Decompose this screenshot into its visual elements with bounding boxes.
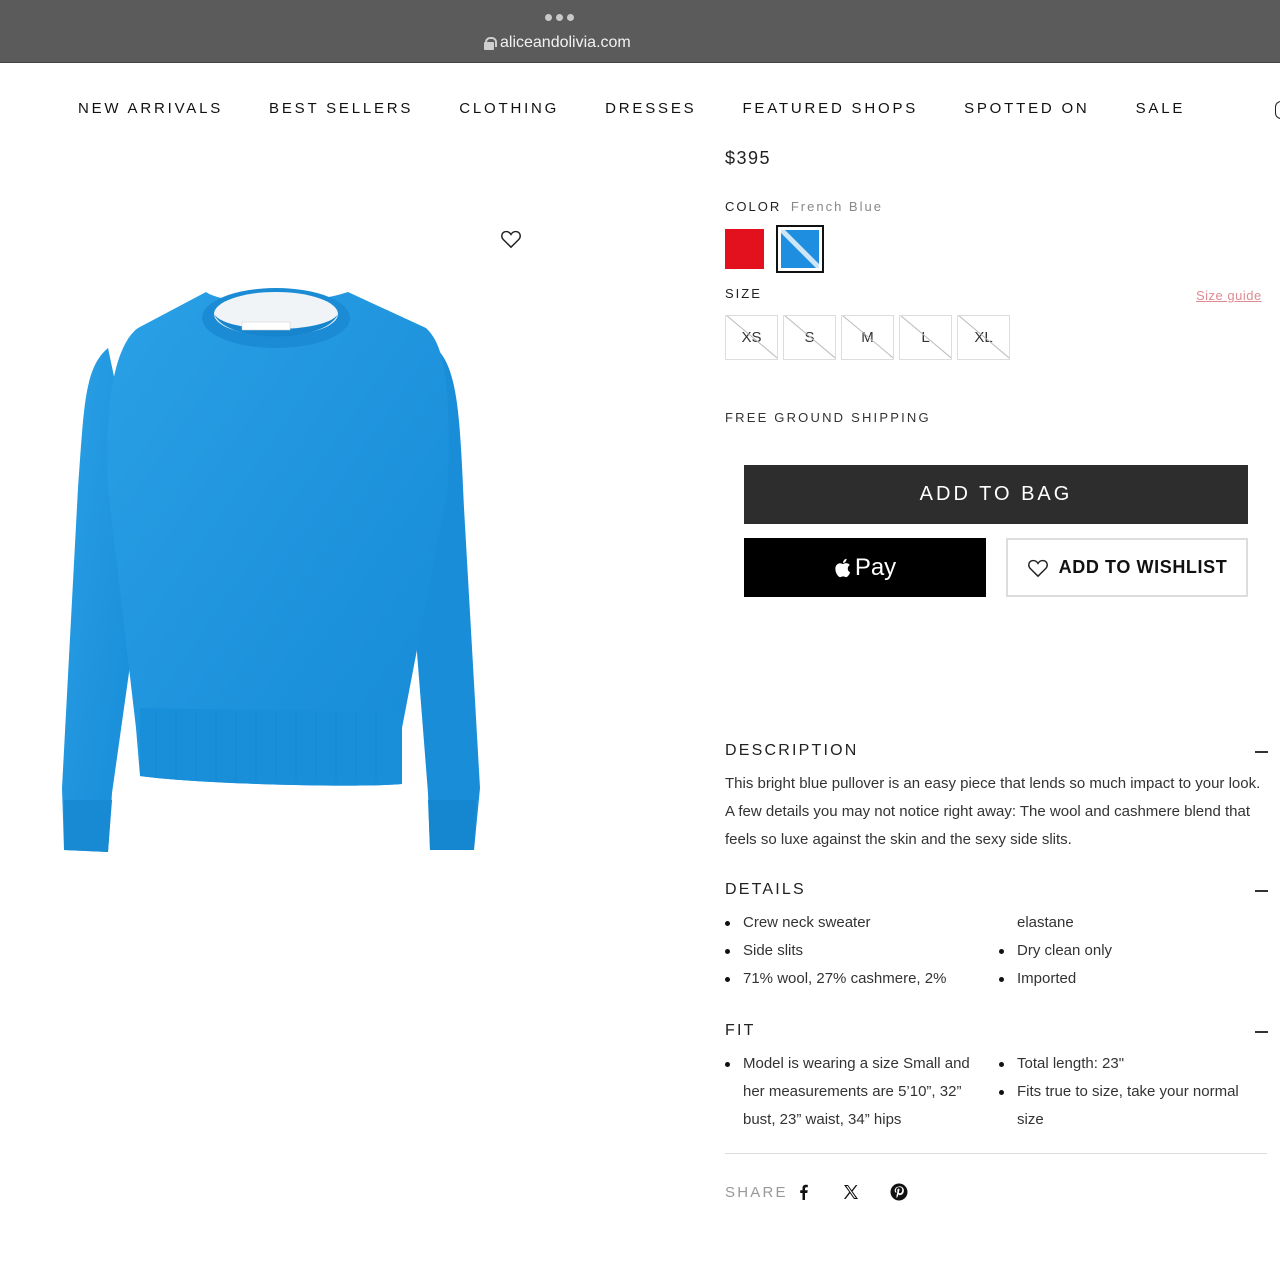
size-option-xl[interactable]: XL (957, 315, 1010, 360)
shipping-note: FREE GROUND SHIPPING (725, 410, 931, 425)
fit-heading[interactable]: FIT (725, 1022, 756, 1040)
product-price: $395 (725, 148, 772, 168)
product-image (62, 288, 480, 852)
pinterest-icon[interactable] (890, 1183, 908, 1201)
description-text: This bright blue pullover is an easy pie… (725, 775, 1261, 848)
list-item: 71% wool, 27% cashmere, 2% (725, 965, 985, 993)
heart-icon (1027, 559, 1048, 577)
add-to-wishlist-label: ADD TO WISHLIST (1058, 557, 1228, 577)
facebook-icon[interactable] (795, 1183, 813, 1201)
color-label: COLOR (725, 199, 782, 214)
list-item: Fits true to size, take your normal size (999, 1078, 1261, 1134)
nav-item-spotted-on[interactable]: SPOTTED ON (964, 100, 1090, 117)
main-nav: NEW ARRIVALS BEST SELLERS CLOTHING DRESS… (78, 100, 1231, 117)
size-option-l[interactable]: L (899, 315, 952, 360)
apple-pay-button[interactable]: Pay (744, 538, 986, 597)
heart-icon[interactable] (500, 229, 522, 249)
nav-item-featured-shops[interactable]: FEATURED SHOPS (742, 100, 918, 117)
collapse-description-icon[interactable] (1255, 751, 1268, 753)
collapse-details-icon[interactable] (1255, 890, 1268, 892)
list-item: Side slits (725, 937, 985, 965)
tab-overview-dots-icon[interactable] (545, 14, 574, 21)
color-row: COLOR French Blue (725, 199, 883, 214)
size-guide-link[interactable]: Size guide (1196, 288, 1262, 303)
browser-bar: aliceandolivia.com (0, 0, 1280, 63)
list-item: Crew neck sweater (725, 909, 985, 937)
nav-item-best-sellers[interactable]: BEST SELLERS (269, 100, 413, 117)
size-option-s[interactable]: S (783, 315, 836, 360)
list-item: Total length: 23" (999, 1050, 1261, 1078)
share-label: SHARE (725, 1184, 788, 1201)
lock-icon (484, 36, 497, 50)
size-option-m[interactable]: M (841, 315, 894, 360)
search-icon[interactable] (1275, 101, 1280, 119)
color-value: French Blue (790, 199, 883, 214)
size-option-xs[interactable]: XS (725, 315, 778, 360)
swatch-red[interactable] (725, 229, 764, 269)
list-item: Imported (999, 965, 1259, 993)
list-item: Dry clean only (999, 937, 1259, 965)
details-heading[interactable]: DETAILS (725, 881, 806, 899)
apple-logo-icon (835, 558, 850, 577)
nav-item-sale[interactable]: SALE (1136, 100, 1186, 117)
size-label: SIZE (725, 286, 762, 301)
fit-list-right: Total length: 23" Fits true to size, tak… (999, 1050, 1261, 1134)
nav-item-clothing[interactable]: CLOTHING (459, 100, 559, 117)
add-to-bag-button[interactable]: ADD TO BAG (744, 465, 1248, 524)
swatch-french-blue[interactable] (776, 225, 824, 273)
apple-pay-label: Pay (854, 553, 897, 581)
x-icon[interactable] (842, 1183, 860, 1201)
collapse-fit-icon[interactable] (1255, 1031, 1268, 1033)
list-item-continuation: elastane (1017, 914, 1074, 931)
add-to-wishlist-button[interactable]: ADD TO WISHLIST (1006, 538, 1248, 597)
nav-item-new-arrivals[interactable]: NEW ARRIVALS (78, 100, 223, 117)
details-list-right: elastane Dry clean only Imported (999, 909, 1259, 993)
address-bar[interactable]: aliceandolivia.com (484, 32, 631, 54)
size-options: XS S M L XL (725, 315, 1010, 360)
url-text: aliceandolivia.com (500, 34, 631, 51)
details-list-left: Crew neck sweater Side slits 71% wool, 2… (725, 909, 985, 993)
nav-item-dresses[interactable]: DRESSES (605, 100, 696, 117)
section-divider (725, 1153, 1267, 1154)
description-heading[interactable]: DESCRIPTION (725, 742, 859, 760)
list-item: Model is wearing a size Small and her me… (725, 1050, 991, 1134)
fit-list-left: Model is wearing a size Small and her me… (725, 1050, 991, 1134)
